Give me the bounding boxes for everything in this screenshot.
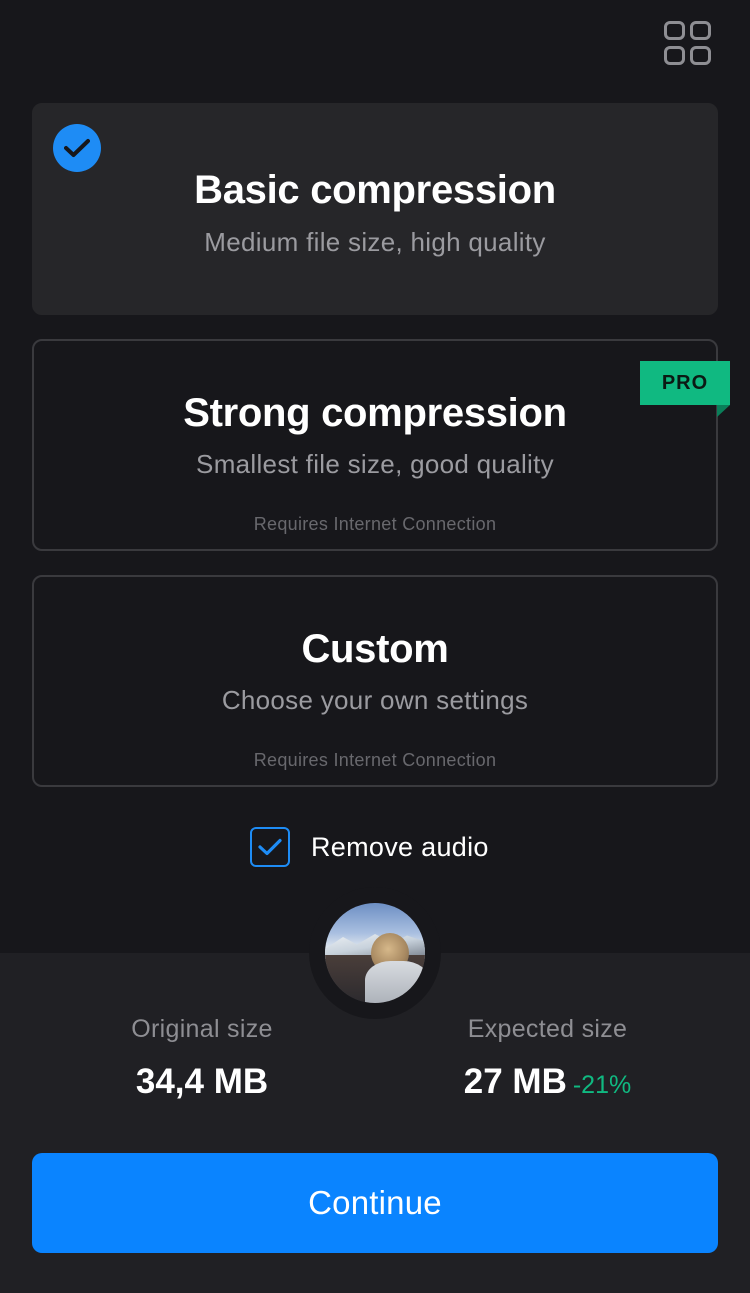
size-delta: -21% (572, 1071, 632, 1099)
continue-button[interactable]: Continue (32, 1153, 718, 1253)
original-size-value: 34,4 MB (135, 1062, 269, 1101)
remove-audio-row[interactable]: Remove audio (250, 827, 489, 867)
remove-audio-checkbox[interactable] (250, 827, 290, 867)
option-subtitle: Choose your own settings (221, 685, 529, 715)
option-title: Strong compression (183, 391, 567, 435)
pro-badge: PRO (640, 361, 730, 405)
grid-icon-cell (690, 46, 711, 65)
option-subtitle: Medium file size, high quality (204, 227, 546, 257)
layout-grid-button[interactable] (662, 18, 714, 66)
option-title: Basic compression (194, 168, 556, 212)
grid-icon-cell (664, 46, 685, 65)
original-size-label: Original size (131, 1015, 273, 1043)
expected-size: Expected size 27 MB -21% (440, 1015, 655, 1102)
remove-audio-label: Remove audio (311, 831, 489, 862)
grid-icon-cell (664, 21, 685, 40)
option-custom[interactable]: Custom Choose your own settings Requires… (32, 575, 718, 787)
grid-icon-cell (690, 21, 711, 40)
option-strong-compression[interactable]: Strong compression Smallest file size, g… (32, 339, 718, 551)
pro-badge-fold (717, 405, 730, 417)
checkmark-icon (53, 124, 101, 172)
video-thumbnail (309, 887, 441, 1019)
expected-size-label: Expected size (467, 1015, 628, 1043)
checkmark-icon (258, 838, 282, 856)
thumbnail-image (325, 903, 425, 1003)
option-title: Custom (301, 627, 449, 671)
option-requirement: Requires Internet Connection (253, 750, 497, 770)
option-subtitle: Smallest file size, good quality (196, 449, 554, 479)
option-requirement: Requires Internet Connection (253, 514, 497, 534)
expected-size-value: 27 MB (463, 1062, 567, 1101)
expected-size-value-row: 27 MB -21% (440, 1062, 655, 1102)
option-basic-compression[interactable]: Basic compression Medium file size, high… (32, 103, 718, 315)
original-size: Original size 34,4 MB (102, 1015, 302, 1102)
